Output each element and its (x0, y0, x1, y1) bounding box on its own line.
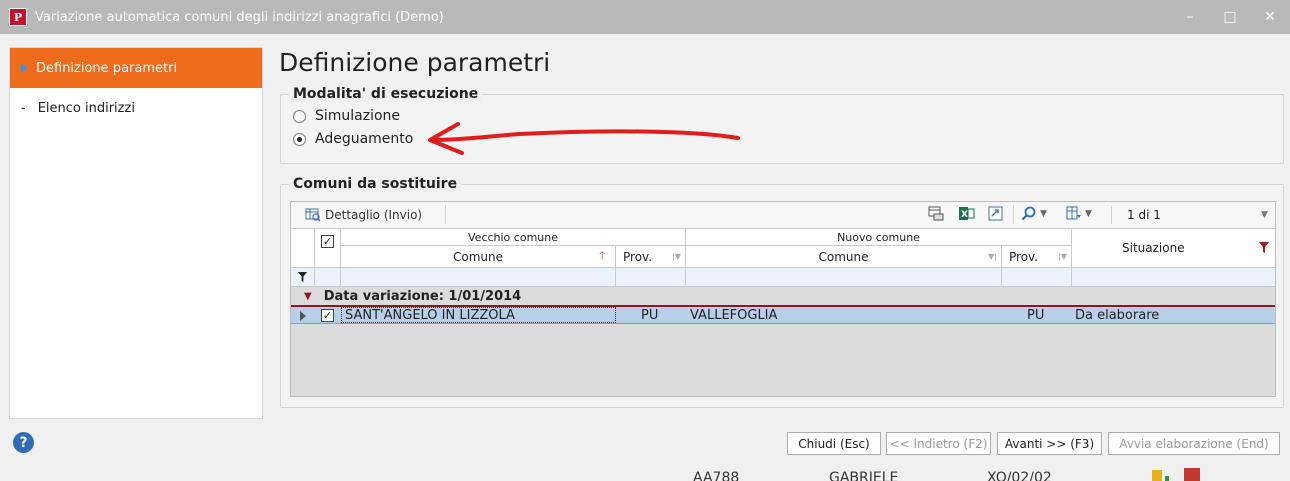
toolbar-separator (1013, 206, 1014, 224)
monitor-icon (1184, 468, 1200, 481)
old-comune-group-header: Vecchio comune (341, 229, 686, 246)
status-field: XO/02/02 (987, 470, 1052, 481)
export-icon[interactable] (988, 206, 1004, 221)
toolbar-separator (1111, 206, 1112, 224)
sidebar-item-label: Definizione parametri (36, 60, 178, 76)
dash-marker: - (21, 100, 26, 116)
filter-cell-new-prov[interactable] (1002, 268, 1072, 287)
chevron-down-icon: ▼ (1085, 208, 1092, 219)
column-filter-dropdown-icon[interactable]: |▼ (672, 252, 681, 261)
execution-mode-legend: Modalita' di esecuzione (289, 86, 483, 102)
database-icon (1152, 470, 1162, 481)
app-icon: P (9, 8, 27, 26)
radio-adeguamento[interactable]: Adeguamento (293, 131, 413, 147)
filter-cell-old-prov[interactable] (616, 268, 686, 287)
detail-button-label: Dettaglio (Invio) (325, 207, 423, 222)
radio-button[interactable] (293, 109, 306, 123)
old-prov-column-label: Prov. (623, 249, 653, 264)
search-dropdown[interactable]: ▼ (1021, 206, 1047, 221)
row-pointer-icon (300, 307, 306, 324)
excel-icon[interactable]: X (959, 206, 975, 221)
close-window-button[interactable]: ✕ (1250, 0, 1290, 34)
group-row-label: Data variazione: 1/01/2014 (323, 289, 522, 304)
column-filter-dropdown-icon[interactable]: |▼ (1058, 252, 1067, 261)
minimize-button[interactable]: – (1170, 0, 1210, 34)
comuni-grid: Dettaglio (Invio) X ▼ ▼ 1 di 1 ▼ ✓ Vecch… (290, 201, 1276, 397)
columns-dropdown[interactable]: ▼ (1066, 206, 1092, 221)
comuni-legend: Comuni da sostituire (289, 176, 462, 192)
select-all-header[interactable]: ✓ (315, 229, 341, 268)
paging-indicator: 1 di 1 (1127, 208, 1161, 222)
indietro-button[interactable]: << Indietro (F2) (886, 432, 991, 455)
maximize-button[interactable]: □ (1210, 0, 1250, 34)
new-comune-cell: VALLEFOGLIA (690, 308, 778, 323)
filter-cell-new-comune[interactable] (686, 268, 1002, 287)
radio-button-selected[interactable] (293, 132, 306, 146)
new-comune-column-label: Comune (818, 249, 869, 264)
chevron-down-icon: ▼ (1040, 208, 1047, 219)
detail-button[interactable]: Dettaglio (Invio) (305, 207, 422, 222)
search-icon (1021, 206, 1036, 221)
execution-mode-group: Modalita' di esecuzione Simulazione Adeg… (280, 86, 1284, 164)
old-prov-column-header[interactable]: Prov. |▼ (616, 246, 686, 268)
svg-text:X: X (961, 210, 968, 220)
title-bar: P Variazione automatica comuni degli ind… (0, 0, 1290, 34)
column-filter-dropdown-icon[interactable]: ▼| (988, 252, 997, 261)
filter-icon (298, 272, 307, 282)
status-code: AA788 (693, 470, 740, 481)
sort-ascending-icon: 🡑 (599, 249, 605, 262)
new-prov-column-label: Prov. (1009, 249, 1039, 264)
avvia-elaborazione-button[interactable]: Avvia elaborazione (End) (1108, 432, 1280, 455)
play-arrow-icon (21, 63, 28, 73)
row-indicator-header (291, 229, 315, 268)
filter-cell-check[interactable] (315, 268, 341, 287)
situazione-header[interactable]: Situazione (1072, 229, 1275, 268)
window-title: Variazione automatica comuni degli indir… (35, 9, 444, 25)
situazione-cell: Da elaborare (1075, 308, 1160, 323)
avanti-button[interactable]: Avanti >> (F3) (997, 432, 1102, 455)
table-row[interactable]: ✓ SANT'ANGELO IN LIZZOLA PU VALLEFOGLIA … (291, 307, 1275, 324)
row-checkbox[interactable]: ✓ (321, 307, 334, 324)
sidebar-item-elenco-indirizzi[interactable]: - Elenco indirizzi (10, 88, 262, 128)
new-comune-group-header: Nuovo comune (686, 229, 1072, 246)
sidebar-item-label: Elenco indirizzi (37, 100, 135, 116)
columns-settings-icon (1066, 206, 1081, 220)
select-all-checkbox[interactable]: ✓ (321, 235, 334, 248)
old-prov-cell: PU (641, 308, 659, 323)
detail-grid-icon (305, 208, 321, 222)
new-comune-column-header[interactable]: Comune ▼| (686, 246, 1002, 268)
sidebar-item-definizione-parametri[interactable]: Definizione parametri (10, 48, 262, 88)
filter-cell-situazione[interactable] (1072, 268, 1275, 287)
status-dot-icon (1165, 476, 1169, 481)
radio-simulazione[interactable]: Simulazione (293, 108, 400, 124)
print-grid-icon[interactable] (928, 206, 944, 221)
page-title: Definizione parametri (279, 48, 551, 77)
radio-label: Adeguamento (315, 131, 414, 147)
filter-row-indicator (291, 268, 315, 287)
filter-cell-old-comune[interactable] (341, 268, 616, 287)
old-comune-column-header[interactable]: Comune 🡑 (341, 246, 616, 268)
radio-label: Simulazione (315, 108, 401, 124)
new-prov-cell: PU (1027, 308, 1045, 323)
old-comune-column-label: Comune (452, 249, 503, 264)
situazione-header-label: Situazione (1122, 241, 1185, 255)
toolbar-overflow-chevron-icon[interactable]: ▼ (1261, 210, 1268, 220)
sidebar: Definizione parametri - Elenco indirizzi (9, 47, 263, 419)
chiudi-button[interactable]: Chiudi (Esc) (787, 432, 881, 455)
grid-toolbar: Dettaglio (Invio) X ▼ ▼ 1 di 1 ▼ (291, 202, 1275, 229)
help-icon[interactable]: ? (13, 432, 34, 453)
filter-active-icon[interactable] (1259, 242, 1269, 253)
collapse-triangle-icon[interactable]: ▼ (304, 291, 312, 302)
new-prov-column-header[interactable]: Prov. |▼ (1002, 246, 1072, 268)
old-comune-cell: SANT'ANGELO IN LIZZOLA (341, 307, 616, 323)
status-user: GABRIELE (829, 470, 899, 481)
toolbar-separator (445, 206, 446, 224)
group-row[interactable]: ▼ Data variazione: 1/01/2014 (291, 288, 1275, 307)
